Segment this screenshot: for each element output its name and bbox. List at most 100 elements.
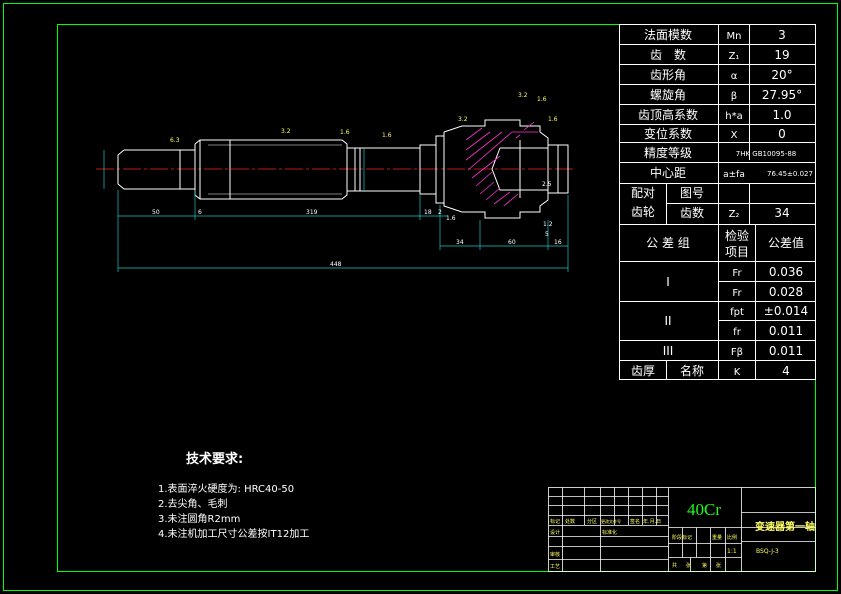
param-sym-1: Z₁: [729, 51, 740, 62]
shaft-collar: [419, 144, 437, 195]
param-val-5: 0: [778, 127, 786, 141]
param-val-6: 7HK GB10095-88: [736, 150, 796, 158]
shaft-drawing: [96, 119, 575, 219]
mating-label-2: 齿轮: [631, 205, 655, 219]
param-val-0: 3: [778, 28, 786, 42]
thickness-name: 齿厚: [631, 364, 655, 378]
tol-check-header-1: 检验: [725, 228, 749, 243]
tb-row-1: 审核: [550, 551, 560, 558]
mating-value: 34: [774, 206, 789, 220]
dim-2-5: 2.5: [542, 181, 552, 188]
mating-teeth: 齿数: [680, 205, 704, 220]
tol-group-header: 公 差 组: [646, 236, 690, 250]
shaft-spline: [194, 139, 348, 200]
requirement-2: 2.去尖角、毛刺: [158, 497, 228, 510]
tol-group-1: I: [666, 275, 670, 289]
param-val-3: 27.95°: [762, 88, 802, 102]
tb-mid-3: 比例: [727, 534, 737, 541]
tol-val-1a: 0.036: [769, 265, 803, 279]
roughness-4: 1.6: [382, 132, 392, 139]
dim-34: 34: [456, 239, 464, 246]
tol-val-2b: 0.011: [769, 324, 803, 338]
param-name-1: 齿 数: [650, 47, 686, 62]
tb-bottom-0: 共: [672, 562, 677, 569]
roughness-symbols: 6.3 3.2 1.6 1.6 3.2 3.2 1.6 1.6: [170, 92, 558, 144]
requirement-3: 3.未注圆角R2mm: [158, 512, 240, 525]
param-name-0: 法面模数: [644, 27, 692, 42]
material-label: 40Cr: [687, 500, 721, 519]
tol-val-1b: 0.028: [769, 285, 803, 299]
tol-sym-2a: fpt: [730, 307, 744, 318]
tol-sym-1b: Fr: [732, 288, 742, 299]
roughness-7: 1.6: [537, 96, 547, 103]
requirement-1: 1.表面淬火硬度为: HRC40-50: [158, 482, 294, 495]
thickness-sym: K: [734, 367, 741, 378]
dim-60: 60: [508, 239, 516, 246]
param-name-6: 精度等级: [644, 145, 692, 160]
dimension-lines: [103, 148, 569, 272]
shaft-middle: [347, 147, 421, 192]
param-val-7: 76.45±0.027: [767, 170, 813, 178]
dim-18: 18: [424, 209, 432, 216]
roughness-6: 3.2: [518, 92, 528, 99]
param-sym-3: β: [731, 91, 737, 102]
dim-6: 6: [198, 209, 202, 216]
tb-header-5: 年.月.日: [643, 518, 661, 525]
tb-header-3: 更改文件号: [601, 518, 621, 524]
tb-bottom-3: 张: [716, 562, 721, 569]
param-sym-4: h*a: [725, 111, 742, 122]
tb-row-0: 设计: [550, 529, 560, 536]
tol-sym-2b: fr: [733, 327, 742, 338]
tol-group-3: III: [663, 344, 674, 358]
shaft-left-journal: [117, 149, 181, 190]
drawing-number: BSQ-J-3: [756, 548, 779, 555]
gear-hatch: [465, 121, 538, 207]
param-name-5: 变位系数: [644, 126, 692, 141]
dim-319: 319: [306, 209, 318, 216]
tol-sym-1a: Fr: [732, 268, 742, 279]
tol-val-2a: ±0.014: [764, 304, 808, 318]
thickness-val: 4: [782, 364, 790, 378]
dim-50: 50: [152, 209, 160, 216]
technical-requirements: 技术要求: 1.表面淬火硬度为: HRC40-50 2.去尖角、毛刺 3.未注圆…: [158, 451, 309, 540]
thickness-sub: 名称: [680, 363, 704, 378]
tb-mid-1: 阶段标记: [672, 534, 692, 541]
roughness-5: 3.2: [458, 116, 468, 123]
drawing-sheet: 50 6 319 448 18 2 34 60 16 5 2.5 1.2 1.6…: [3, 3, 838, 591]
tb-header-4: 签名: [630, 518, 640, 525]
tb-header-2: 分区: [587, 518, 597, 525]
tb-header-0: 标记: [550, 518, 560, 525]
dim-1-2: 1.2: [543, 221, 553, 228]
tb-mid-2: 重量: [712, 534, 722, 541]
roughness-8: 1.6: [548, 116, 558, 123]
roughness-2: 3.2: [281, 128, 291, 135]
requirements-title: 技术要求:: [186, 451, 243, 467]
param-sym-2: α: [731, 71, 738, 82]
tol-group-2: II: [664, 314, 671, 328]
tb-header-1: 处数: [565, 518, 575, 525]
requirement-4: 4.未注机加工尺寸公差按IT12加工: [158, 527, 309, 540]
tol-value-header: 公差值: [768, 235, 804, 250]
dim-2: 2: [438, 209, 442, 216]
param-name-7: 中心距: [650, 165, 686, 180]
tb-mid-0: 标准化: [602, 529, 617, 536]
dim-1-6: 1.6: [446, 215, 456, 222]
mating-symbol: Z₂: [729, 209, 740, 220]
dim-448: 448: [330, 261, 342, 268]
param-sym-7: a±fa: [723, 170, 745, 180]
param-name-2: 齿形角: [650, 68, 686, 82]
roughness-3: 1.6: [340, 129, 350, 136]
param-name-3: 螺旋角: [650, 88, 686, 102]
mating-drawing-no: 图号: [680, 186, 704, 200]
shaft-step-1: [180, 149, 196, 190]
tol-sym-3a: Fβ: [731, 347, 743, 358]
param-name-4: 齿顶高系数: [638, 107, 698, 122]
param-sym-0: Mn: [727, 31, 742, 42]
param-val-1: 19: [774, 48, 789, 62]
gear-table-text: 法面模数 Mn 3 齿 数 Z₁ 19 齿形角 α 20° 螺旋角 β 27.9…: [631, 27, 813, 378]
param-val-4: 1.0: [772, 108, 791, 122]
roughness-1: 6.3: [170, 137, 180, 144]
tb-bottom-1: 张: [686, 562, 691, 569]
dim-16: 16: [554, 239, 562, 246]
tb-bottom-2: 第: [702, 562, 707, 569]
